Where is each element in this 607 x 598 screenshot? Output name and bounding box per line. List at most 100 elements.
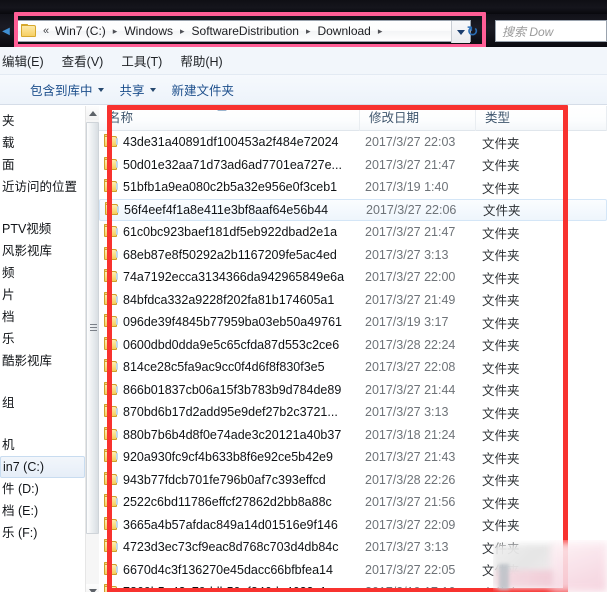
cell-type: 文件夹 bbox=[482, 519, 520, 534]
table-row[interactable]: 84bfdca332a9228f202fa81b174605a1 2017/3/2… bbox=[99, 289, 607, 312]
nav-drive-c[interactable]: in7 (C:) bbox=[0, 456, 85, 478]
table-row[interactable]: 880b7b6b4d8f0e74ade3c20121a40b37 2017/3/1… bbox=[99, 424, 607, 447]
folder-icon bbox=[104, 201, 122, 218]
table-row[interactable]: 4723d3ec73cf9eac8d768c703d4db84c 2017/3/2… bbox=[99, 536, 607, 559]
nav-documents[interactable]: 档 bbox=[0, 306, 85, 328]
table-row[interactable]: 0600dbd0dda9e5c65cfda87d553c2ce6 2017/3/2… bbox=[99, 334, 607, 357]
nav-pictures[interactable]: 片 bbox=[0, 284, 85, 306]
chevron-right-icon-2[interactable]: ▸ bbox=[302, 24, 315, 38]
title-bar bbox=[0, 0, 607, 14]
scroll-up-button[interactable] bbox=[86, 106, 99, 120]
cell-type: 文件夹 bbox=[482, 451, 520, 466]
table-row[interactable]: 74a7192ecca3134366da942965849e6a 2017/3/2… bbox=[99, 266, 607, 289]
table-row[interactable]: 870bd6b17d2add95e9def27b2c3721... 2017/3/… bbox=[99, 401, 607, 424]
breadcrumb-item-0[interactable]: Win7 (C:) bbox=[52, 22, 109, 40]
cell-type: 文件夹 bbox=[483, 204, 521, 219]
address-bar-container: « Win7 (C:) ▸ Windows ▸ SoftwareDistribu… bbox=[16, 20, 488, 43]
cell-date-modified: 2017/3/28 22:26 bbox=[365, 472, 456, 487]
nav-computer[interactable]: 机 bbox=[0, 434, 85, 456]
table-row[interactable]: 2522c6bd11786effcf27862d2bb8a88c 2017/3/2… bbox=[99, 491, 607, 514]
folder-icon bbox=[103, 291, 121, 308]
sort-ascending-icon bbox=[217, 107, 227, 111]
nav-homegroup[interactable]: 组 bbox=[0, 392, 85, 414]
table-row[interactable]: 68eb87e8f50292a2b1167209fe5ac4ed 2017/3/2… bbox=[99, 244, 607, 267]
nav-favorites[interactable]: 夹 bbox=[0, 110, 85, 132]
folder-icon bbox=[103, 539, 121, 555]
nav-downloads[interactable]: 载 bbox=[0, 132, 85, 154]
cell-date-modified: 2017/3/19 1:40 bbox=[365, 180, 449, 195]
cell-name: 3665a4b57afdac849a14d01516e9f146 bbox=[123, 517, 338, 532]
folder-icon bbox=[103, 179, 121, 195]
file-list-pane[interactable]: 名称 修改日期 类型 43de31a40891df100453a2f484e72… bbox=[99, 106, 607, 598]
table-row[interactable]: 50d01e32aa71d73ad6ad7701ea727e... 2017/3/… bbox=[99, 154, 607, 177]
nav-youku-library[interactable]: 酷影视库 bbox=[0, 350, 85, 372]
cell-date-modified: 2017/3/27 21:43 bbox=[365, 450, 456, 465]
cmd-share-label: 共享 bbox=[119, 84, 145, 98]
chevron-right-icon-0[interactable]: ▸ bbox=[109, 24, 122, 38]
table-row[interactable]: 61c0bc923baef181df5eb922dbad2e1a 2017/3/2… bbox=[99, 221, 607, 244]
folder-icon bbox=[21, 24, 37, 38]
table-row[interactable]: 866b01837cb06a15f3b783b9d784de89 2017/3/2… bbox=[99, 379, 607, 402]
column-headers: 名称 修改日期 类型 bbox=[99, 106, 607, 131]
nav-pptv-video[interactable]: PTV视频 bbox=[0, 218, 85, 240]
nav-drive-d[interactable]: 件 (D:) bbox=[0, 478, 85, 500]
table-row[interactable]: 56f4eef4f1a8e411e3bf8aaf64e56b44 2017/3/2… bbox=[99, 198, 607, 221]
column-header-type[interactable]: 类型 bbox=[476, 106, 607, 131]
menu-view[interactable]: 查看(V) bbox=[53, 48, 113, 73]
nav-spacer-1 bbox=[0, 198, 85, 218]
chevron-right-icon-1[interactable]: ▸ bbox=[176, 24, 189, 38]
breadcrumb-item-2[interactable]: SoftwareDistribution bbox=[189, 22, 302, 40]
nav-music[interactable]: 乐 bbox=[0, 328, 85, 350]
cmd-include-in-library[interactable]: 包含到库中 bbox=[22, 76, 112, 103]
table-row[interactable]: 51bfb1a9ea080c2b5a32e956e0f3ceb1 2017/3/1… bbox=[99, 176, 607, 199]
cell-date-modified: 2017/3/27 3:13 bbox=[365, 540, 449, 555]
table-row[interactable]: 814ce28c5fa9ac9cc0f4d6f8f830f3e5 2017/3/2… bbox=[99, 356, 607, 379]
navigation-tree: 夹载面近访问的位置 PTV视频 风影视库频片档乐酷影视库组机 in7 (C:) 件 (D… bbox=[0, 106, 85, 544]
navigation-pane[interactable]: 夹载面近访问的位置 PTV视频 风影视库频片档乐酷影视库组机 in7 (C:) 件 (D… bbox=[0, 106, 85, 598]
table-row[interactable]: 943b77fdcb701fe796b0af7c393effcd 2017/3/2… bbox=[99, 469, 607, 492]
folder-icon bbox=[103, 516, 121, 533]
breadcrumb-item-3[interactable]: Download bbox=[314, 22, 373, 40]
column-header-date-modified[interactable]: 修改日期 bbox=[360, 106, 476, 131]
menu-help[interactable]: 帮助(H) bbox=[171, 48, 231, 73]
table-row[interactable]: 096de39f4845b77959ba03eb50a49761 2017/3/1… bbox=[99, 311, 607, 334]
scrollbar-thumb[interactable] bbox=[86, 122, 99, 534]
table-row[interactable]: 43de31a40891df100453a2f484e72024 2017/3/2… bbox=[99, 131, 607, 154]
cmd-new-folder[interactable]: 新建文件夹 bbox=[164, 76, 243, 103]
breadcrumb-item-1[interactable]: Windows bbox=[121, 22, 176, 40]
scrollbar-track[interactable] bbox=[86, 120, 99, 584]
menu-edit[interactable]: 编辑(E) bbox=[0, 48, 53, 73]
search-input[interactable]: 搜索 Dow bbox=[495, 20, 607, 42]
navigation-scrollbar[interactable] bbox=[85, 106, 99, 598]
chevron-right-icon-3[interactable]: ▸ bbox=[374, 24, 387, 38]
nav-drive-e[interactable]: 档 (E:) bbox=[0, 500, 85, 522]
table-row[interactable]: 3665a4b57afdac849a14d01516e9f146 2017/3/2… bbox=[99, 514, 607, 537]
explorer-window: ◀ « Win7 (C:) ▸ Windows ▸ SoftwareDistri… bbox=[0, 0, 607, 598]
table-row[interactable]: 920a930fc9cf4b633b8f6e92ce5b42e9 2017/3/2… bbox=[99, 446, 607, 469]
table-row[interactable]: 6670d4c3f136270e45dacc66bfbfea14 2017/3/2… bbox=[99, 559, 607, 582]
cell-name: 50d01e32aa71d73ad6ad7701ea727e... bbox=[123, 157, 342, 172]
folder-icon bbox=[103, 561, 121, 578]
folder-icon bbox=[103, 269, 121, 285]
cell-date-modified: 2017/3/19 3:17 bbox=[365, 315, 449, 330]
menu-tools[interactable]: 工具(T) bbox=[112, 48, 171, 73]
folder-icon bbox=[103, 134, 121, 150]
nav-videos[interactable]: 频 bbox=[0, 262, 85, 284]
cell-name: 880b7b6b4d8f0e74ade3c20121a40b37 bbox=[123, 427, 342, 442]
address-bar[interactable]: « Win7 (C:) ▸ Windows ▸ SoftwareDistribu… bbox=[16, 20, 471, 43]
breadcrumb-overflow-icon[interactable]: « bbox=[43, 25, 49, 37]
nav-drive-f[interactable]: 乐 (F:) bbox=[0, 522, 85, 544]
cell-name: 61c0bc923baef181df5eb922dbad2e1a bbox=[123, 225, 338, 240]
cell-date-modified: 2017/3/27 22:09 bbox=[365, 517, 456, 532]
nav-desktop[interactable]: 面 bbox=[0, 154, 85, 176]
cell-type: 文件夹 bbox=[482, 136, 520, 151]
cell-date-modified: 2017/3/27 3:13 bbox=[365, 405, 449, 420]
folder-icon bbox=[103, 381, 121, 398]
cmd-share[interactable]: 共享 bbox=[112, 76, 164, 103]
refresh-button[interactable]: ↻ bbox=[461, 20, 484, 42]
back-button[interactable]: ◀ bbox=[0, 26, 12, 38]
column-header-name[interactable]: 名称 bbox=[99, 106, 360, 131]
cell-type: 文件夹 bbox=[482, 406, 520, 421]
nav-baofeng-library[interactable]: 风影视库 bbox=[0, 240, 85, 262]
nav-recent-places[interactable]: 近访问的位置 bbox=[0, 176, 85, 198]
